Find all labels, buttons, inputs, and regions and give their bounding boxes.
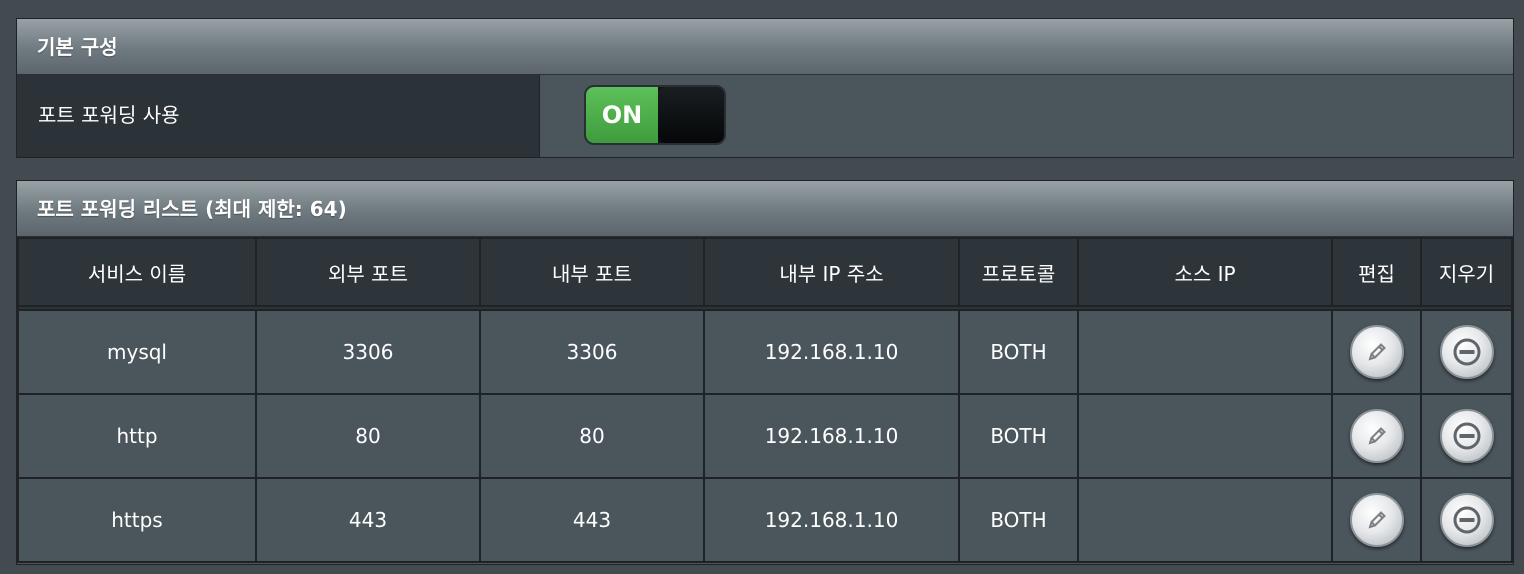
header-service-name: 서비스 이름 bbox=[17, 237, 257, 307]
pencil-icon bbox=[1368, 343, 1386, 361]
basic-config-title: 기본 구성 bbox=[17, 19, 1513, 75]
cell-internal-port: 443 bbox=[479, 477, 705, 563]
cell-internal-ip: 192.168.1.10 bbox=[703, 309, 960, 395]
header-internal-ip: 내부 IP 주소 bbox=[703, 237, 960, 307]
cell-external-port: 3306 bbox=[255, 309, 481, 395]
edit-button[interactable] bbox=[1349, 325, 1404, 379]
cell-edit bbox=[1331, 309, 1422, 395]
header-source-ip: 소스 IP bbox=[1077, 237, 1333, 307]
toggle-on-label: ON bbox=[586, 87, 658, 143]
table-row: mysql 3306 3306 192.168.1.10 BOTH bbox=[17, 309, 1513, 395]
table-row: http 80 80 192.168.1.10 BOTH bbox=[17, 393, 1513, 479]
cell-service-name: http bbox=[17, 393, 257, 479]
cell-edit bbox=[1331, 477, 1422, 563]
pencil-icon bbox=[1368, 427, 1386, 445]
edit-button[interactable] bbox=[1349, 493, 1404, 547]
cell-protocol: BOTH bbox=[958, 393, 1079, 479]
cell-source-ip bbox=[1077, 477, 1333, 563]
minus-circle-icon bbox=[1453, 422, 1480, 450]
port-forwarding-enable-label: 포트 포워딩 사용 bbox=[17, 75, 540, 157]
header-edit: 편집 bbox=[1331, 237, 1422, 307]
toggle-knob[interactable] bbox=[658, 87, 724, 143]
cell-protocol: BOTH bbox=[958, 309, 1079, 395]
cell-external-port: 80 bbox=[255, 393, 481, 479]
port-forwarding-table: 서비스 이름 외부 포트 내부 포트 내부 IP 주소 프로토콜 소스 IP 편… bbox=[17, 237, 1513, 563]
cell-internal-port: 80 bbox=[479, 393, 705, 479]
delete-button[interactable] bbox=[1439, 409, 1494, 463]
cell-delete bbox=[1420, 393, 1513, 479]
pencil-icon bbox=[1368, 511, 1386, 529]
delete-button[interactable] bbox=[1439, 493, 1494, 547]
cell-delete bbox=[1420, 477, 1513, 563]
cell-service-name: https bbox=[17, 477, 257, 563]
header-delete: 지우기 bbox=[1420, 237, 1513, 307]
basic-config-panel: 기본 구성 포트 포워딩 사용 ON bbox=[16, 18, 1514, 158]
header-internal-port: 내부 포트 bbox=[479, 237, 705, 307]
cell-service-name: mysql bbox=[17, 309, 257, 395]
table-row: https 443 443 192.168.1.10 BOTH bbox=[17, 477, 1513, 563]
cell-edit bbox=[1331, 393, 1422, 479]
cell-internal-ip: 192.168.1.10 bbox=[703, 393, 960, 479]
port-forwarding-setting-row: 포트 포워딩 사용 ON bbox=[17, 75, 1513, 157]
port-forwarding-enable-value: ON bbox=[540, 75, 1513, 157]
port-forwarding-list-panel: 포트 포워딩 리스트 (최대 제한: 64) 서비스 이름 외부 포트 내부 포… bbox=[16, 180, 1514, 565]
header-protocol: 프로토콜 bbox=[958, 237, 1079, 307]
delete-button[interactable] bbox=[1439, 325, 1494, 379]
port-forwarding-toggle[interactable]: ON bbox=[584, 85, 726, 145]
port-forwarding-list-title: 포트 포워딩 리스트 (최대 제한: 64) bbox=[17, 181, 1513, 237]
cell-internal-port: 3306 bbox=[479, 309, 705, 395]
cell-source-ip bbox=[1077, 393, 1333, 479]
table-header-row: 서비스 이름 외부 포트 내부 포트 내부 IP 주소 프로토콜 소스 IP 편… bbox=[17, 237, 1513, 307]
cell-external-port: 443 bbox=[255, 477, 481, 563]
cell-internal-ip: 192.168.1.10 bbox=[703, 477, 960, 563]
minus-circle-icon bbox=[1453, 506, 1480, 534]
minus-circle-icon bbox=[1453, 338, 1480, 366]
cell-source-ip bbox=[1077, 309, 1333, 395]
cell-delete bbox=[1420, 309, 1513, 395]
cell-protocol: BOTH bbox=[958, 477, 1079, 563]
header-external-port: 외부 포트 bbox=[255, 237, 481, 307]
edit-button[interactable] bbox=[1349, 409, 1404, 463]
